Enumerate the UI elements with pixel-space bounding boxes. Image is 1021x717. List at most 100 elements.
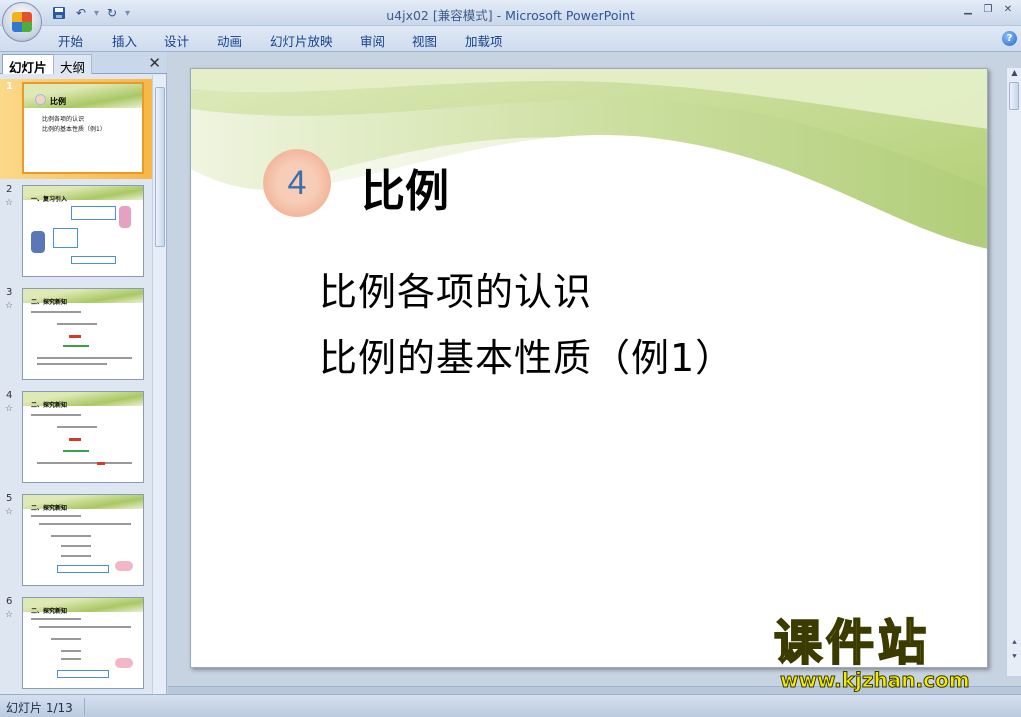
thumbnail-list: 1 比例 比例各项的认识 比例的基本性质（例1） 2 ☆ 一、复习引入 3 ☆ … [0, 75, 152, 694]
tab-view[interactable]: 视图 [412, 31, 437, 50]
thumbnail-title: 二、探究新知 [31, 505, 68, 512]
text-line [57, 426, 97, 428]
text-line [31, 414, 81, 416]
slide-thumbnail-2[interactable]: 2 ☆ 一、复习引入 [0, 182, 152, 282]
animation-star-icon: ☆ [5, 610, 14, 620]
thumbnail-preview: 二、探究新知 [22, 597, 144, 689]
tab-design[interactable]: 设计 [164, 31, 189, 50]
slide-thumbnail-5[interactable]: 5 ☆ 二、探究新知 [0, 491, 152, 591]
slide-canvas[interactable]: 4 比例 比例各项的认识 比例的基本性质（例1） [190, 68, 988, 668]
thumbnail-number: 2 [6, 184, 13, 195]
slide-title[interactable]: 比例 [361, 155, 449, 219]
boy-figure [31, 231, 45, 253]
speech-bubble [57, 670, 109, 678]
slide-editing-area: 4 比例 比例各项的认识 比例的基本性质（例1） ▲ ⯅ ⯆ [168, 52, 1021, 694]
cartoon-figure [115, 658, 133, 668]
animation-star-icon: ☆ [5, 301, 14, 311]
thumbnail-preview: 二、探究新知 [22, 391, 144, 483]
close-icon[interactable]: ✕ [999, 2, 1017, 16]
thumbnail-preview: 二、探究新知 [22, 288, 144, 380]
slide-thumbnail-3[interactable]: 3 ☆ 二、探究新知 [0, 285, 152, 385]
section-number-badge: 4 [263, 149, 331, 217]
thumbnail-number: 6 [6, 596, 13, 607]
cartoon-figure [115, 561, 133, 571]
slide-thumbnail-1[interactable]: 1 比例 比例各项的认识 比例的基本性质（例1） [0, 79, 152, 179]
slide-body-line-1[interactable]: 比例各项的认识 [319, 261, 592, 316]
thumbnail-number: 4 [6, 390, 13, 401]
text-line [37, 462, 132, 464]
thumbnail-number: 5 [6, 493, 13, 504]
speech-bubble [71, 206, 116, 220]
slide-scrollbar[interactable]: ▲ ⯅ ⯆ [1006, 68, 1021, 676]
window-title: u4jx02 [兼容模式] - Microsoft PowerPoint [0, 5, 1021, 24]
watermark-title: 课件站 [773, 614, 931, 672]
text-line [31, 618, 81, 620]
tab-review[interactable]: 审阅 [360, 31, 385, 50]
help-icon[interactable]: ? [1002, 31, 1017, 46]
tab-addins[interactable]: 加载项 [465, 31, 503, 50]
thumbnail-number: 3 [6, 287, 13, 298]
slide-counter: 幻灯片 1/13 [6, 701, 73, 715]
thumbnail-preview: 比例 比例各项的认识 比例的基本性质（例1） [22, 82, 144, 174]
text-line [37, 363, 107, 365]
tab-slides[interactable]: 幻灯片 [2, 54, 54, 75]
pane-close-icon[interactable]: ✕ [148, 54, 161, 72]
scrollbar-thumb[interactable] [155, 87, 165, 247]
girl-figure [119, 206, 131, 228]
pane-tab-strip: 幻灯片 大纲 ✕ [0, 52, 167, 75]
thumbnail-number: 1 [6, 81, 13, 92]
badge-number: 4 [287, 163, 307, 202]
tab-outline[interactable]: 大纲 [53, 54, 93, 75]
text-line [51, 535, 91, 537]
text-line [61, 658, 81, 660]
thumbnail-title: 一、复习引入 [31, 196, 68, 203]
document-name: u4jx02 [兼容模式] [386, 8, 493, 23]
text-line [63, 345, 89, 347]
tab-animations[interactable]: 动画 [217, 31, 242, 50]
highlight-mark [69, 438, 81, 441]
text-line [39, 523, 131, 525]
highlight-mark [97, 462, 105, 465]
office-button[interactable] [2, 2, 42, 42]
text-line [57, 323, 97, 325]
title-separator: - [492, 8, 506, 23]
thumbnail-line: 比例的基本性质（例1） [42, 126, 106, 133]
watermark: 课件站 www.kjzhan.com [770, 614, 1010, 695]
slides-pane: 幻灯片 大纲 ✕ 1 比例 比例各项的认识 比例的基本性质（例1） 2 ☆ 一、… [0, 52, 167, 694]
slide-body-line-2[interactable]: 比例的基本性质（例1） [319, 327, 734, 382]
text-line [37, 357, 132, 359]
watermark-url: www.kjzhan.com [780, 668, 971, 693]
thumbnail-preview: 一、复习引入 [22, 185, 144, 277]
tab-home[interactable]: 开始 [58, 31, 83, 50]
minimize-icon[interactable]: ▁ [959, 2, 977, 16]
status-divider [84, 698, 85, 715]
speech-bubble [53, 228, 78, 248]
text-line [39, 626, 131, 628]
thumbnail-scrollbar[interactable] [152, 75, 166, 694]
scrollbar-thumb[interactable] [1009, 82, 1019, 110]
title-bar: ↶ ▾ ↻ ▾ u4jx02 [兼容模式] - Microsoft PowerP… [0, 0, 1021, 26]
animation-star-icon: ☆ [5, 198, 14, 208]
text-line [31, 515, 81, 517]
text-line [61, 545, 91, 547]
thumbnail-badge [35, 94, 46, 105]
text-line [63, 450, 89, 452]
tab-insert[interactable]: 插入 [112, 31, 137, 50]
thumbnail-title: 二、探究新知 [31, 299, 68, 306]
slide-thumbnail-4[interactable]: 4 ☆ 二、探究新知 [0, 388, 152, 488]
slide-thumbnail-6[interactable]: 6 ☆ 二、探究新知 [0, 594, 152, 694]
animation-star-icon: ☆ [5, 507, 14, 517]
status-bar: 幻灯片 1/13 [0, 694, 1021, 717]
text-line [51, 638, 81, 640]
scroll-up-icon[interactable]: ▲ [1007, 68, 1021, 82]
speech-bubble [71, 256, 116, 264]
restore-icon[interactable]: ❐ [979, 2, 997, 16]
ribbon-tabs: 开始 插入 设计 动画 幻灯片放映 审阅 视图 加载项 ? [0, 26, 1021, 52]
window-controls: ▁ ❐ ✕ [959, 2, 1017, 16]
tab-slideshow[interactable]: 幻灯片放映 [270, 31, 333, 50]
animation-star-icon: ☆ [5, 404, 14, 414]
office-logo-icon [12, 12, 32, 32]
text-line [31, 311, 81, 313]
thumbnail-title: 二、探究新知 [31, 402, 68, 409]
text-line [61, 555, 91, 557]
